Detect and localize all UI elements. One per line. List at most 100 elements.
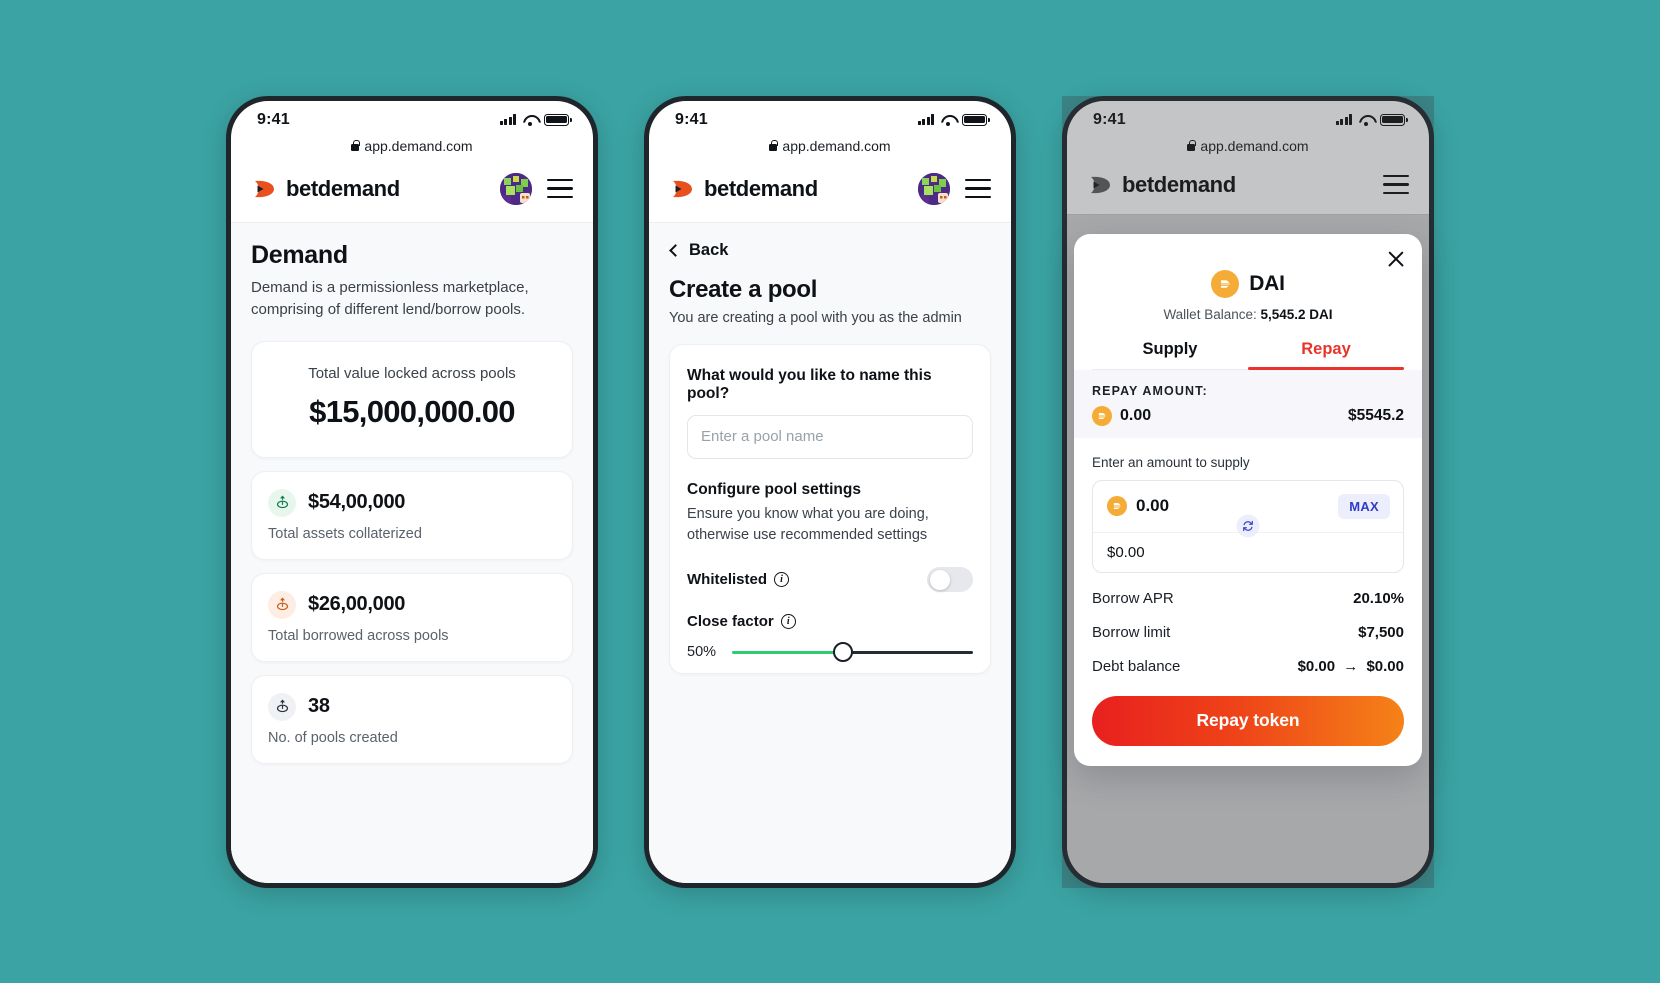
stat-label: Total borrowed across pools	[268, 627, 449, 644]
amount-usd-value: $0.00	[1107, 543, 1145, 561]
repay-amount-band: REPAY AMOUNT: 0.00 $5545.2	[1074, 369, 1422, 438]
dai-coin-icon	[1107, 496, 1127, 516]
stat-card-pools[interactable]: 38 No. of pools created	[251, 674, 573, 764]
whitelisted-label: Whitelisted	[687, 571, 768, 589]
amount-token-value: 0.00	[1136, 496, 1170, 515]
borrow-apr-label: Borrow APR	[1092, 589, 1174, 607]
borrow-icon	[268, 590, 296, 619]
menu-icon[interactable]	[965, 178, 991, 199]
signal-icon	[499, 114, 516, 125]
pool-name-input[interactable]	[687, 414, 973, 459]
pools-icon	[268, 692, 296, 721]
amount-input-label: Enter an amount to supply	[1092, 454, 1250, 470]
avatar[interactable]	[917, 171, 951, 206]
app-header: betdemand	[231, 164, 593, 223]
repay-amount-line: 0.00 $5545.2	[1092, 405, 1404, 426]
lock-icon	[351, 140, 360, 151]
status-time: 9:41	[257, 110, 290, 128]
borrow-limit-label: Borrow limit	[1092, 623, 1171, 641]
stat-top: 38	[268, 692, 556, 721]
repay-amount-token: 0.00	[1092, 405, 1151, 426]
url-text: app.demand.com	[364, 137, 473, 154]
close-factor-label-group: Close factor i	[687, 613, 796, 630]
amount-token-value-group[interactable]: 0.00	[1107, 496, 1169, 516]
browser-url-bar[interactable]: app.demand.com	[649, 135, 1011, 164]
tvl-label: Total value locked across pools	[308, 364, 516, 382]
avatar[interactable]	[499, 171, 533, 206]
debt-balance-to: $0.00	[1366, 657, 1404, 675]
configure-description: Ensure you know what you are doing, othe…	[687, 505, 929, 543]
dashboard-body: Demand Demand is a permissionless market…	[231, 222, 593, 883]
browser-url-bar[interactable]: app.demand.com	[231, 135, 593, 164]
repay-amount-caption: REPAY AMOUNT:	[1092, 383, 1208, 398]
lock-icon	[769, 140, 778, 151]
betdemand-logo-icon	[251, 176, 277, 202]
dai-coin-icon	[1092, 405, 1112, 426]
screen-dashboard: 9:41 app.demand.com betdemand Demand Dem…	[231, 100, 593, 883]
debt-balance-value: $0.00 → $0.00	[1298, 658, 1404, 675]
stat-top: $26,00,000	[268, 590, 556, 619]
betdemand-logo-icon	[669, 176, 695, 202]
info-icon[interactable]: i	[780, 614, 796, 630]
menu-icon[interactable]	[547, 178, 573, 199]
wallet-balance-label: Wallet Balance:	[1163, 306, 1257, 322]
phone-mockup-dashboard: 9:41 app.demand.com betdemand Demand Dem…	[226, 95, 598, 888]
tab-supply[interactable]: Supply	[1092, 340, 1248, 369]
wallet-balance: Wallet Balance: 5,545.2 DAI	[1092, 307, 1404, 322]
battery-icon	[544, 113, 572, 126]
max-button[interactable]: MAX	[1338, 493, 1390, 519]
page-subtitle: You are creating a pool with you as the …	[669, 309, 962, 326]
amount-input-box: 0.00 MAX $0.00	[1092, 479, 1404, 573]
repay-token-button[interactable]: Repay token	[1092, 695, 1404, 746]
brand-wordmark: betdemand	[704, 175, 818, 201]
tvl-value: $15,000,000.00	[309, 393, 515, 429]
header-actions	[499, 171, 573, 206]
wifi-icon	[522, 114, 538, 127]
tvl-card: Total value locked across pools $15,000,…	[251, 340, 573, 458]
create-pool-form: What would you like to name this pool? C…	[669, 343, 991, 674]
close-factor-row: Close factor i	[687, 613, 973, 630]
row-borrow-limit: Borrow limit $7,500	[1092, 624, 1404, 641]
status-time: 9:41	[675, 110, 708, 128]
chevron-left-icon	[669, 243, 682, 257]
stat-card-borrowed[interactable]: $26,00,000 Total borrowed across pools	[251, 572, 573, 662]
wifi-icon	[940, 114, 956, 127]
back-label: Back	[689, 240, 729, 259]
phone-mockup-repay-modal: 9:41 app.demand.com betdemand DAI Wallet…	[1062, 95, 1434, 888]
whitelisted-toggle[interactable]	[927, 567, 973, 593]
status-bar: 9:41	[231, 101, 593, 135]
stat-card-collateral[interactable]: $54,00,000 Total assets collaterized	[251, 470, 573, 560]
app-header: betdemand	[649, 164, 1011, 223]
row-debt-balance: Debt balance $0.00 → $0.00	[1092, 658, 1404, 675]
screenshot-stage: 9:41 app.demand.com betdemand Demand Dem…	[0, 0, 1660, 983]
tab-repay[interactable]: Repay	[1248, 340, 1404, 370]
pool-name-label: What would you like to name this pool?	[687, 366, 932, 402]
debt-balance-label: Debt balance	[1092, 657, 1181, 675]
stat-value: 38	[308, 695, 330, 717]
close-factor-slider[interactable]	[732, 642, 973, 663]
close-icon[interactable]	[1386, 249, 1406, 269]
wallet-balance-value: 5,545.2 DAI	[1260, 306, 1333, 322]
stat-value: $54,00,000	[308, 491, 406, 513]
swap-icon[interactable]	[1236, 514, 1260, 538]
page-title: Demand	[251, 240, 348, 269]
page-title: Create a pool	[669, 275, 818, 303]
borrow-limit-value: $7,500	[1358, 623, 1404, 641]
debt-balance-from: $0.00	[1297, 657, 1336, 675]
phone-mockup-create-pool: 9:41 app.demand.com betdemand Back Creat…	[644, 95, 1016, 888]
stat-value: $26,00,000	[308, 593, 406, 615]
info-icon[interactable]: i	[774, 572, 790, 588]
brand-logo[interactable]: betdemand	[251, 176, 400, 202]
brand-logo[interactable]: betdemand	[669, 176, 818, 202]
modal-tabs: Supply Repay	[1092, 340, 1404, 370]
battery-icon	[962, 113, 990, 126]
screen-create-pool: 9:41 app.demand.com betdemand Back Creat…	[649, 100, 1011, 883]
arrow-right-icon: →	[1343, 657, 1359, 675]
back-button[interactable]: Back	[669, 241, 991, 260]
borrow-apr-value: 20.10%	[1353, 589, 1404, 607]
collateral-icon	[268, 488, 296, 517]
whitelisted-row: Whitelisted i	[687, 567, 973, 593]
dai-coin-icon	[1211, 269, 1240, 298]
stat-top: $54,00,000	[268, 488, 556, 517]
token-header: DAI	[1092, 269, 1404, 298]
